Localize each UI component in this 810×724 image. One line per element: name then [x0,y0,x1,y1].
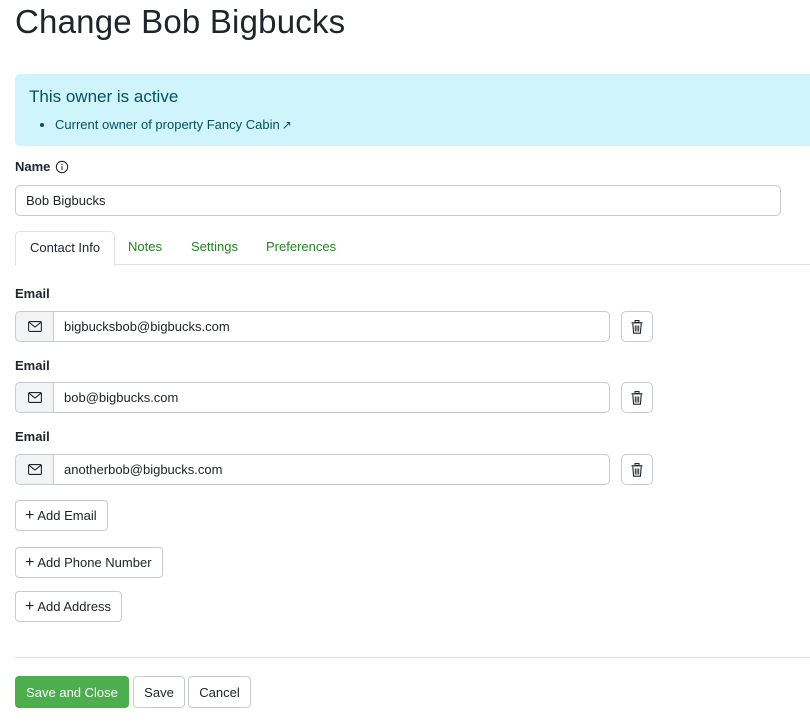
add-phone-button[interactable]: + Add Phone Number [15,547,163,578]
info-circle-icon[interactable] [55,160,69,174]
tab-settings[interactable]: Settings [177,231,252,265]
email-input-group: bigbucksbob@bigbucks.com [15,311,610,342]
delete-email-button[interactable] [621,382,653,413]
cancel-button[interactable]: Cancel [188,676,251,708]
alert-list: Current owner of property Fancy Cabin↗ [29,117,801,133]
name-input[interactable]: Bob Bigbucks [15,185,781,216]
email-input-group: bob@bigbucks.com [15,382,610,413]
trash-icon [631,462,643,477]
status-alert: This owner is active Current owner of pr… [15,74,810,146]
envelope-icon [15,311,53,342]
save-button[interactable]: Save [133,676,185,708]
trash-icon [631,390,643,405]
name-label-text: Name [15,159,51,174]
add-email-button[interactable]: + Add Email [15,500,108,531]
email-label: Email [15,286,50,301]
add-address-button[interactable]: + Add Address [15,591,123,622]
save-and-close-button[interactable]: Save and Close [15,676,129,708]
add-address-label: Add Address [37,599,112,614]
property-link[interactable]: Current owner of property Fancy Cabin ↗ [55,117,292,132]
page-title: Change Bob Bigbucks [15,3,346,40]
external-link-icon: ↗ [281,118,292,132]
envelope-icon [15,382,53,413]
alert-list-item: Current owner of property Fancy Cabin↗ [55,117,801,133]
tab-bar: Contact Info Notes Settings Preferences [15,231,810,266]
email-field[interactable]: bob@bigbucks.com [53,382,610,413]
footer-divider [15,657,810,658]
email-label: Email [15,429,50,444]
plus-icon: + [25,506,35,524]
alert-heading: This owner is active [29,87,179,106]
plus-icon: + [25,553,35,571]
delete-email-button[interactable] [621,311,653,342]
tab-preferences[interactable]: Preferences [252,231,350,265]
add-email-label: Add Email [37,508,97,523]
email-field[interactable]: anotherbob@bigbucks.com [53,454,610,485]
email-input-group: anotherbob@bigbucks.com [15,454,610,485]
add-phone-label: Add Phone Number [37,555,152,570]
property-link-text: Current owner of property Fancy Cabin [55,117,280,132]
email-field[interactable]: bigbucksbob@bigbucks.com [53,311,610,342]
tab-contact-info[interactable]: Contact Info [15,231,116,266]
trash-icon [631,319,643,334]
tab-notes[interactable]: Notes [114,231,176,265]
plus-icon: + [25,597,35,615]
email-label: Email [15,358,50,373]
name-label: Name [15,159,69,174]
envelope-icon [15,454,53,485]
delete-email-button[interactable] [621,454,653,485]
